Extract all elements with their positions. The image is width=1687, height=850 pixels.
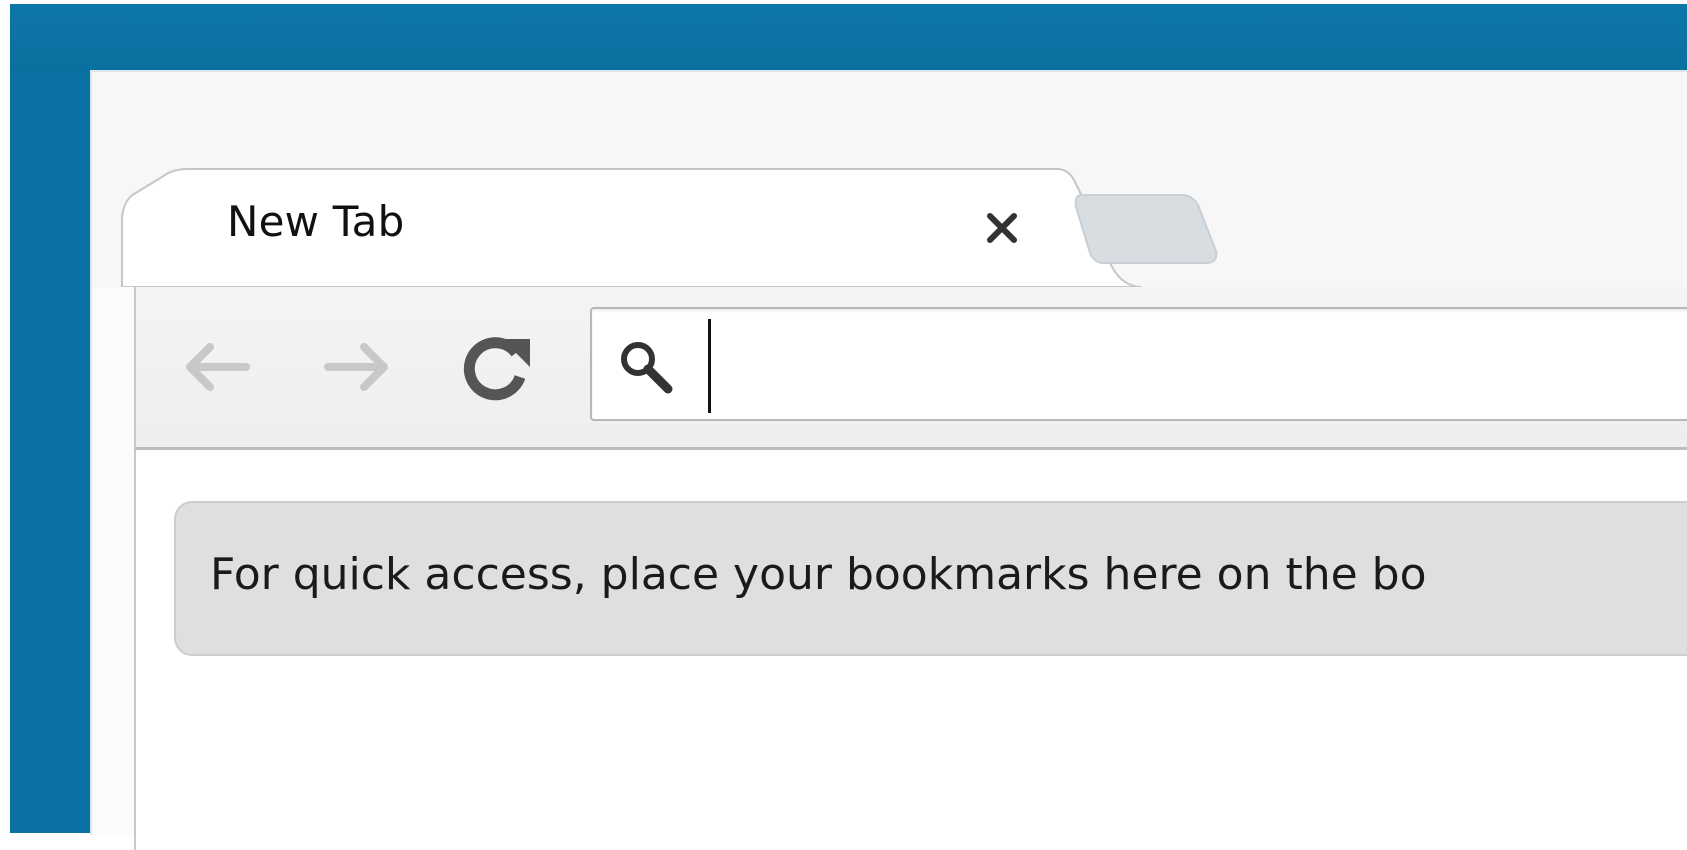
desktop-background: New Tab For quick access, place your boo… (10, 4, 1687, 850)
desktop-top-band (10, 4, 1687, 74)
address-bar[interactable] (590, 307, 1687, 421)
back-arrow-icon[interactable] (176, 327, 256, 407)
new-tab-icon[interactable] (1074, 189, 1224, 269)
page-content: For quick access, place your bookmarks h… (134, 450, 1687, 850)
bookmark-bar-message: For quick access, place your bookmarks h… (210, 549, 1427, 600)
browser-window: New Tab For quick access, place your boo… (90, 70, 1687, 850)
search-icon (616, 337, 678, 399)
forward-arrow-icon[interactable] (318, 327, 398, 407)
tab-active-shape[interactable] (92, 72, 1687, 287)
reload-icon[interactable] (456, 327, 536, 407)
close-icon[interactable] (980, 206, 1024, 250)
text-caret (708, 319, 711, 413)
tab-strip: New Tab (92, 72, 1687, 287)
address-input[interactable] (692, 309, 1687, 419)
bookmark-bar: For quick access, place your bookmarks h… (174, 501, 1687, 656)
browser-toolbar (134, 287, 1687, 450)
tab-title: New Tab (227, 197, 405, 246)
